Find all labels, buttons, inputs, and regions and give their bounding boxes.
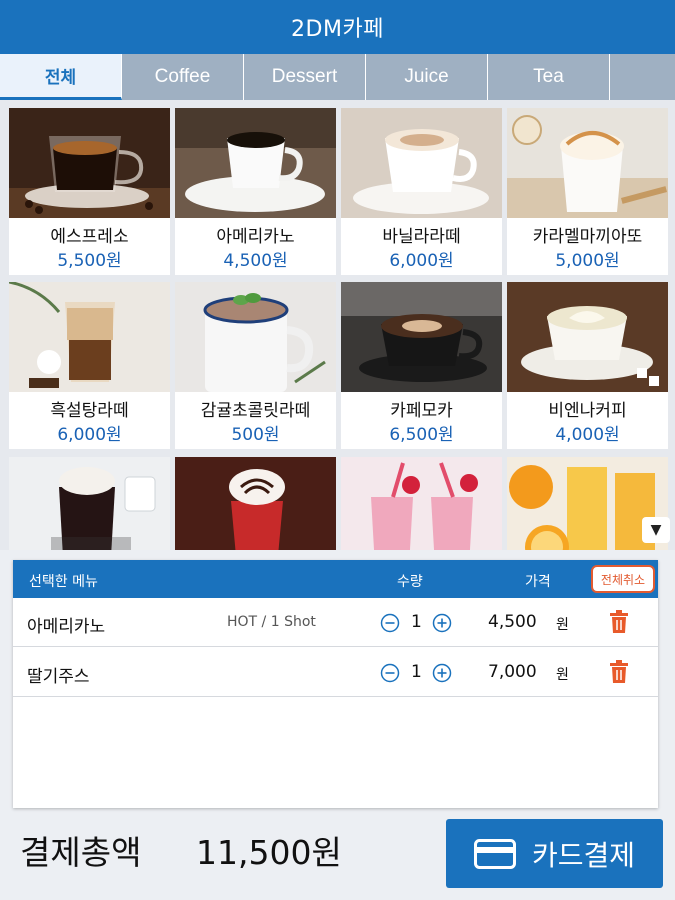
menu-item-caramel-macchiato[interactable]: 카라멜마끼아또 5,000원: [507, 108, 668, 275]
menu-item-partial[interactable]: [9, 457, 170, 550]
tab-all[interactable]: 전체: [0, 54, 122, 100]
order-item-unit: 원: [556, 617, 569, 633]
menu-item-name: 아메리카노: [216, 227, 295, 247]
menu-item-price: 500원: [231, 425, 280, 445]
order-panel: 선택한 메뉴 수량 가격 전체취소 아메리카노 HOT / 1 Shot 1 4…: [13, 560, 658, 808]
trash-icon[interactable]: [609, 660, 629, 684]
total-amount: 11,500원: [196, 833, 342, 872]
tab-juice[interactable]: Juice: [366, 54, 488, 100]
strawberry-smoothie-photo: [341, 457, 502, 550]
order-item-unit: 원: [556, 667, 569, 683]
menu-item-price: 6,000원: [389, 251, 454, 271]
menu-item-tangerine-chocolate-latte[interactable]: 감귤초콜릿라떼 500원: [175, 282, 336, 449]
order-header-price: 가격: [525, 574, 551, 590]
menu-item-name: 감귤초콜릿라떼: [200, 401, 311, 421]
tab-tea[interactable]: Tea: [488, 54, 610, 100]
order-item-name: 아메리카노: [27, 617, 106, 637]
plus-icon[interactable]: [432, 663, 452, 683]
menu-item-cafe-mocha[interactable]: 카페모카 6,500원: [341, 282, 502, 449]
app-title-bar: 2DM카페: [0, 0, 675, 54]
caramel-macchiato-photo: [507, 108, 668, 218]
order-item-option: HOT / 1 Shot: [227, 614, 316, 630]
vienna-coffee-photo: [507, 282, 668, 392]
order-header: 선택한 메뉴 수량 가격 전체취소: [13, 560, 658, 598]
caret-down-icon: ▼: [650, 522, 662, 538]
menu-item-price: 6,500원: [389, 425, 454, 445]
menu-item-partial[interactable]: [341, 457, 502, 550]
menu-item-americano[interactable]: 아메리카노 4,500원: [175, 108, 336, 275]
tab-coffee[interactable]: Coffee: [122, 54, 244, 100]
minus-icon[interactable]: [380, 663, 400, 683]
order-item-qty: 1: [411, 662, 422, 682]
app-title: 2DM카페: [291, 17, 384, 42]
vanilla-latte-photo: [341, 108, 502, 218]
menu-item-name: 흑설탕라떼: [50, 401, 129, 421]
card-payment-label: 카드결제: [531, 838, 636, 872]
order-item-name: 딸기주스: [27, 667, 90, 687]
menu-item-partial[interactable]: [175, 457, 336, 550]
category-tabs: 전체 Coffee Dessert Juice Tea: [0, 54, 675, 100]
trash-icon[interactable]: [609, 610, 629, 634]
plus-icon[interactable]: [432, 613, 452, 633]
cold-brew-cream-photo: [9, 457, 170, 550]
menu-grid: 에스프레소 5,500원 아메리카노 4,500원 바닐라라떼 6,000원 카…: [0, 100, 675, 550]
scroll-down-button[interactable]: ▼: [642, 517, 670, 543]
order-row: 아메리카노 HOT / 1 Shot 1 4,500 원: [13, 598, 658, 647]
menu-item-name: 카라멜마끼아또: [532, 227, 643, 247]
menu-item-vanilla-latte[interactable]: 바닐라라떼 6,000원: [341, 108, 502, 275]
menu-item-price: 4,000원: [555, 425, 620, 445]
minus-icon[interactable]: [380, 613, 400, 633]
order-header-menu: 선택한 메뉴: [29, 574, 98, 590]
menu-item-name: 바닐라라떼: [382, 227, 461, 247]
espresso-photo: [9, 108, 170, 218]
menu-item-name: 에스프레소: [50, 227, 129, 247]
brown-sugar-latte-photo: [9, 282, 170, 392]
order-header-qty: 수량: [397, 574, 423, 590]
menu-item-price: 4,500원: [223, 251, 288, 271]
tangerine-chocolate-latte-photo: [175, 282, 336, 392]
menu-item-name: 비엔나커피: [548, 401, 627, 421]
chocolate-whip-drink-photo: [175, 457, 336, 550]
menu-item-price: 5,500원: [57, 251, 122, 271]
credit-card-icon: [473, 838, 516, 869]
americano-photo: [175, 108, 336, 218]
tab-dessert[interactable]: Dessert: [244, 54, 366, 100]
clear-all-button[interactable]: 전체취소: [591, 565, 655, 593]
order-item-price: 7,000: [488, 662, 537, 682]
cafe-mocha-photo: [341, 282, 502, 392]
order-item-qty: 1: [411, 612, 422, 632]
menu-item-brown-sugar-latte[interactable]: 흑설탕라떼 6,000원: [9, 282, 170, 449]
menu-item-name: 카페모카: [390, 401, 453, 421]
menu-item-vienna-coffee[interactable]: 비엔나커피 4,000원: [507, 282, 668, 449]
tab-empty: [610, 54, 675, 100]
menu-item-espresso[interactable]: 에스프레소 5,500원: [9, 108, 170, 275]
card-payment-button[interactable]: 카드결제: [446, 819, 663, 888]
total-label: 결제총액: [20, 833, 142, 872]
order-row: 딸기주스 1 7,000 원: [13, 648, 658, 697]
menu-item-price: 5,000원: [555, 251, 620, 271]
menu-item-price: 6,000원: [57, 425, 122, 445]
order-item-price: 4,500: [488, 612, 537, 632]
